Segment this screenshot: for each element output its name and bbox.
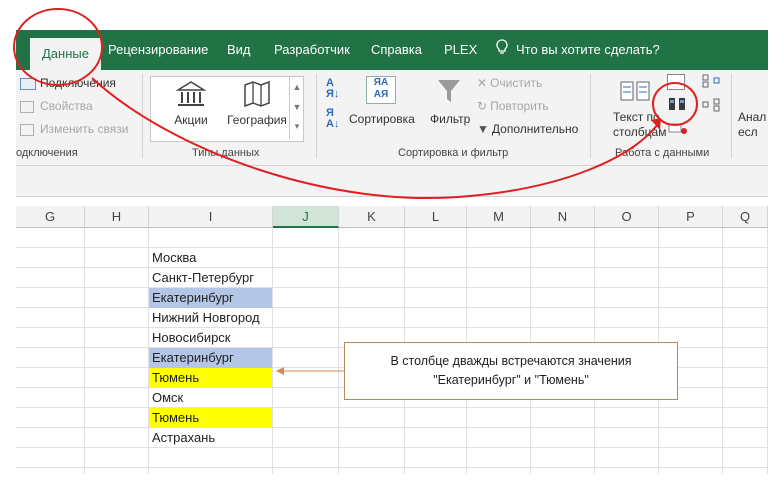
curved-arrow-head bbox=[651, 118, 661, 130]
annotation-overlay bbox=[13, 8, 698, 375]
tab-highlight-ellipse bbox=[13, 8, 103, 86]
callout-pointer-head bbox=[276, 367, 284, 375]
curved-arrow-line bbox=[91, 77, 659, 200]
